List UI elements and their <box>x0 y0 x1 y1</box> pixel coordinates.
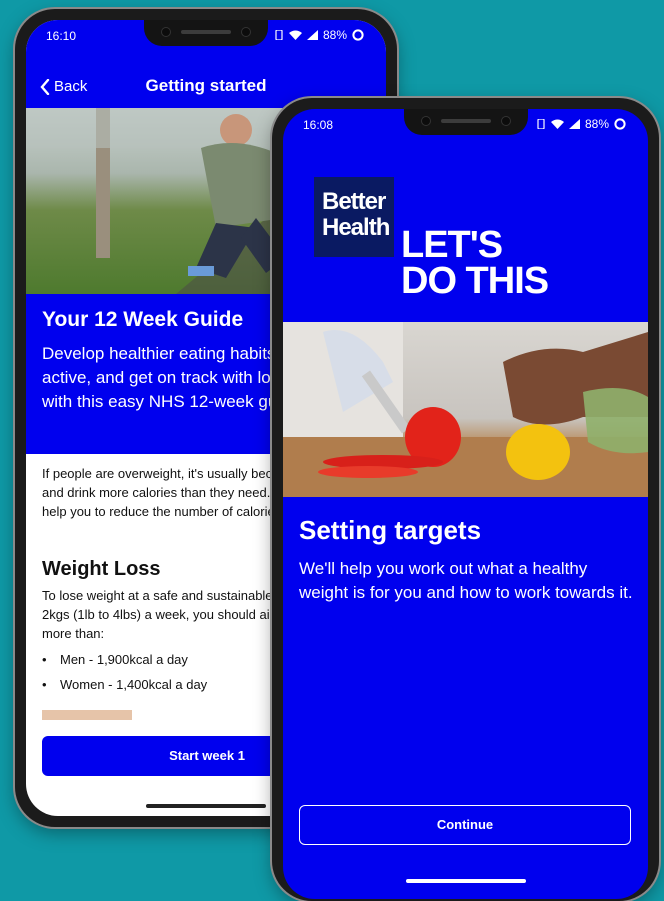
home-indicator[interactable] <box>405 879 526 883</box>
signal-icon <box>306 30 318 40</box>
notch <box>144 20 268 46</box>
battery-percent: 88% <box>322 28 347 42</box>
screen-title: Setting targets <box>299 515 482 545</box>
better-health-logo: Better Health <box>314 177 394 257</box>
continue-button[interactable]: Continue <box>299 805 631 845</box>
slogan-line-1: LET'S <box>401 224 503 266</box>
slogan: LET'S DO THIS <box>401 224 549 302</box>
logo-line-2: Health <box>322 214 390 241</box>
camera-icon <box>242 28 250 36</box>
image-thumbnail <box>42 710 132 720</box>
calorie-list: • Men - 1,900kcal a day • Women - 1,400kca… <box>42 652 207 702</box>
vibrate-icon <box>275 30 283 40</box>
wifi-icon <box>550 119 564 129</box>
speaker <box>181 30 231 34</box>
setting-targets-screen: 16:08 88% Better Health LET'S DO THIS Se… <box>283 109 648 899</box>
section-title-weight-loss: Weight Loss <box>42 558 161 580</box>
chopping-peppers-photo <box>283 322 648 497</box>
page-title: Getting started <box>145 76 267 95</box>
logo-line-1: Better <box>322 188 386 215</box>
front-phone: 16:08 88% Better Health LET'S DO THIS Se… <box>272 98 659 901</box>
camera-icon <box>162 28 170 36</box>
nav-bar: 16:10 88% Back Getting started <box>26 20 386 108</box>
battery-ring-icon <box>352 29 364 41</box>
slogan-line-2: DO THIS <box>401 260 549 302</box>
guide-title: Your 12 Week Guide <box>42 308 244 331</box>
notch <box>403 109 528 135</box>
camera-icon <box>421 117 430 125</box>
list-item-text: Men - 1,900kcal a day <box>60 652 188 667</box>
home-indicator[interactable] <box>146 804 266 808</box>
status-time: 16:10 <box>46 29 77 43</box>
screen-description: We'll help you work out what a healthy w… <box>299 559 633 602</box>
list-item: • Women - 1,400kcal a day <box>42 677 208 692</box>
camera-icon <box>501 117 510 125</box>
speaker <box>440 119 491 123</box>
list-item: • Men - 1,900kcal a day <box>42 652 188 667</box>
hero-image-vegetables <box>283 322 648 497</box>
list-item-text: Women - 1,400kcal a day <box>60 677 208 692</box>
battery-ring-icon <box>614 118 626 130</box>
status-time: 16:08 <box>303 118 334 132</box>
battery-percent: 88% <box>584 117 609 131</box>
signal-icon <box>568 119 580 129</box>
wifi-icon <box>288 30 302 40</box>
vibrate-icon <box>537 119 545 129</box>
